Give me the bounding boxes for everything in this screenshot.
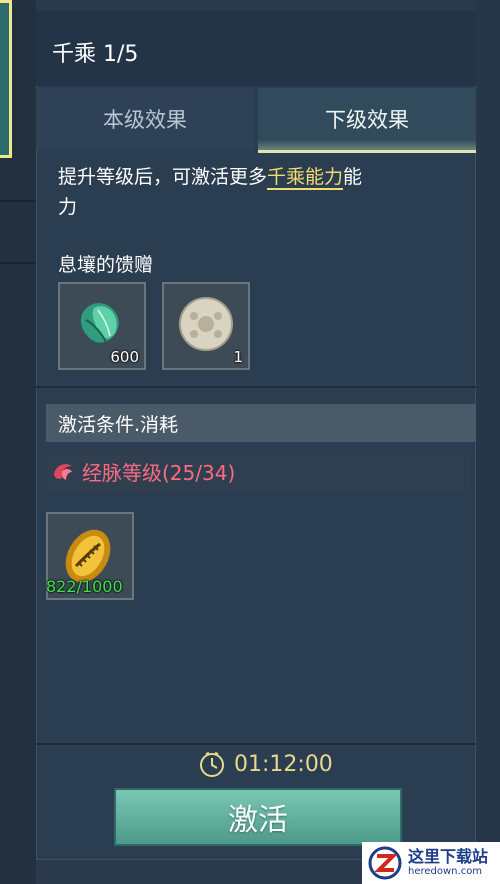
gift-item-count: 1 [233, 348, 243, 366]
left-divider [0, 262, 36, 264]
description-text-end: 能 [343, 166, 363, 188]
activate-button[interactable]: 激活 [114, 788, 402, 846]
left-side-strip [0, 0, 36, 884]
meridian-icon [54, 464, 72, 480]
timer: 01:12:00 [198, 746, 333, 782]
title-bar: 千乘 1/5 [36, 10, 476, 86]
watermark-text: 这里下载站 heredown.com [408, 848, 488, 878]
right-side-strip [476, 0, 500, 884]
cost-item-slot[interactable]: 822/1000 [46, 512, 134, 600]
gift-label: 息壤的馈赠 [58, 254, 154, 276]
watermark: 这里下载站 heredown.com [362, 842, 500, 884]
watermark-en: heredown.com [408, 866, 483, 877]
requirement-text: 经脉等级(25/34) [82, 460, 236, 485]
gift-item-count: 600 [110, 348, 139, 366]
site-logo-icon [368, 846, 402, 880]
tab-next-level[interactable]: 下级效果 [258, 88, 476, 153]
divider [36, 386, 476, 388]
divider [36, 743, 476, 745]
gift-item-slot[interactable]: 600 [58, 282, 146, 370]
panel-title: 千乘 1/5 [52, 42, 139, 67]
gift-item-slot[interactable]: 1 [162, 282, 250, 370]
effect-tabs: 本级效果 下级效果 [36, 88, 476, 153]
left-tab-selected[interactable] [0, 0, 12, 158]
condition-header-label: 激活条件.消耗 [58, 413, 179, 436]
cost-item-count: 822/1000 [46, 577, 123, 596]
requirement-row: 经脉等级(25/34) [46, 450, 470, 492]
tab-current-level[interactable]: 本级效果 [36, 88, 254, 150]
left-divider [0, 200, 36, 202]
watermark-cn: 这里下载站 [408, 847, 489, 866]
description-text: 提升等级后，可激活更多 [58, 166, 268, 188]
timer-text: 01:12:00 [234, 751, 333, 777]
condition-header: 激活条件.消耗 [46, 404, 476, 442]
description-wrap: 力 [58, 196, 78, 218]
skill-panel: 千乘 1/5 本级效果 下级效果 提升等级后，可激活更多千乘能力能力 息壤的馈赠… [36, 10, 476, 860]
effect-description: 提升等级后，可激活更多千乘能力能力 [58, 162, 458, 222]
description-highlight[interactable]: 千乘能力 [267, 166, 344, 190]
clock-icon [200, 752, 224, 777]
